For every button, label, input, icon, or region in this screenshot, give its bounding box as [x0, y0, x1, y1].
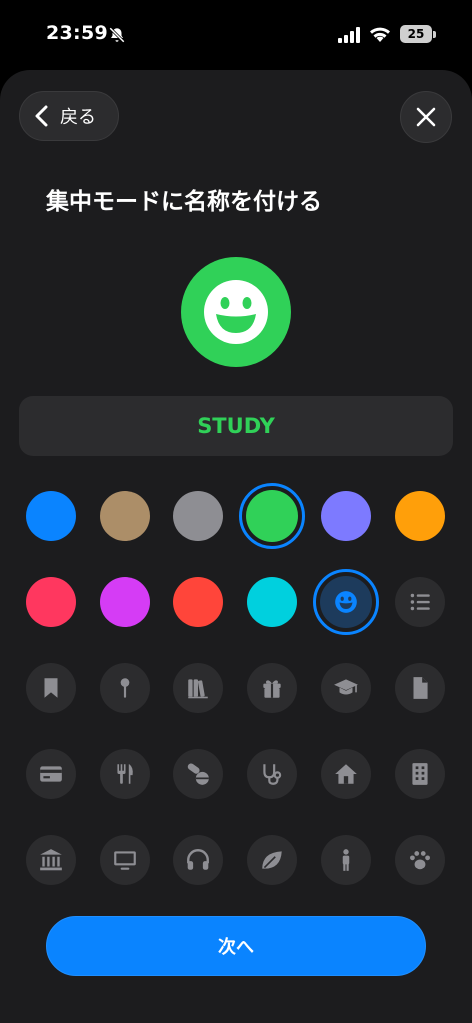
glyph-option[interactable] — [395, 577, 445, 627]
leaf-icon — [262, 851, 282, 869]
glyph-option[interactable] — [395, 835, 445, 885]
building-icon — [412, 763, 428, 785]
color-swatch[interactable] — [247, 577, 297, 627]
color-swatch[interactable] — [100, 491, 150, 541]
cellular-signal-icon — [338, 27, 360, 43]
glyph-option[interactable] — [395, 749, 445, 799]
gift-icon — [263, 680, 281, 698]
close-icon — [416, 107, 436, 127]
back-label: 戻る — [60, 107, 96, 128]
pills-icon — [187, 763, 209, 785]
glyph-option[interactable] — [26, 749, 76, 799]
smiley-icon — [204, 280, 268, 344]
back-button[interactable]: 戻る — [19, 91, 119, 141]
document-icon — [413, 677, 428, 699]
color-swatch[interactable] — [100, 577, 150, 627]
next-button[interactable]: 次へ — [46, 916, 426, 976]
battery-nub — [433, 31, 436, 38]
chevron-left-icon — [35, 105, 48, 127]
fork-knife-icon — [117, 764, 133, 784]
glyph-option[interactable] — [173, 835, 223, 885]
glyph-option[interactable] — [395, 663, 445, 713]
focus-name-field[interactable] — [19, 396, 453, 456]
status-time: 23:59 — [46, 22, 108, 44]
glyph-option[interactable] — [26, 663, 76, 713]
glyph-option[interactable] — [173, 749, 223, 799]
color-swatch-fill — [246, 490, 298, 542]
bookmark-icon — [44, 678, 58, 698]
glyph-option[interactable] — [321, 663, 371, 713]
color-swatch[interactable] — [26, 491, 76, 541]
glyph-option[interactable] — [26, 835, 76, 885]
glyph-option[interactable] — [100, 835, 150, 885]
focus-setup-sheet: 戻る 集中モードに名称を付ける 次へ — [0, 70, 472, 1023]
smiley-icon — [335, 591, 357, 613]
house-icon — [335, 764, 357, 784]
glyph-option[interactable] — [173, 663, 223, 713]
tv-icon — [114, 851, 136, 870]
glyph-option-fill — [320, 576, 372, 628]
glyph-option[interactable] — [100, 663, 150, 713]
glyph-option[interactable] — [247, 663, 297, 713]
color-swatch[interactable] — [173, 491, 223, 541]
glyph-option[interactable] — [321, 835, 371, 885]
color-swatch[interactable] — [321, 491, 371, 541]
bell-slash-icon — [109, 27, 125, 43]
stethoscope-icon — [263, 764, 282, 785]
credit-card-icon — [40, 766, 62, 782]
person-icon — [342, 849, 350, 871]
list-icon — [410, 593, 430, 611]
graduation-cap-icon — [334, 679, 358, 695]
pin-icon — [120, 678, 130, 698]
battery-level: 25 — [400, 25, 432, 43]
wifi-icon — [370, 27, 390, 42]
glyph-option[interactable] — [313, 569, 379, 635]
glyph-option[interactable] — [100, 749, 150, 799]
books-icon — [188, 679, 208, 699]
glyph-option[interactable] — [247, 749, 297, 799]
headphones-icon — [187, 849, 209, 870]
page-title: 集中モードに名称を付ける — [46, 189, 322, 215]
color-swatch[interactable] — [26, 577, 76, 627]
color-swatch[interactable] — [173, 577, 223, 627]
glyph-option[interactable] — [247, 835, 297, 885]
color-swatch[interactable] — [395, 491, 445, 541]
paw-icon — [410, 851, 430, 870]
close-button[interactable] — [400, 91, 452, 143]
focus-preview-icon — [181, 257, 291, 367]
color-swatch[interactable] — [239, 483, 305, 549]
glyph-option[interactable] — [321, 749, 371, 799]
status-bar: 23:59 25 — [0, 0, 472, 70]
bank-icon — [40, 849, 62, 871]
